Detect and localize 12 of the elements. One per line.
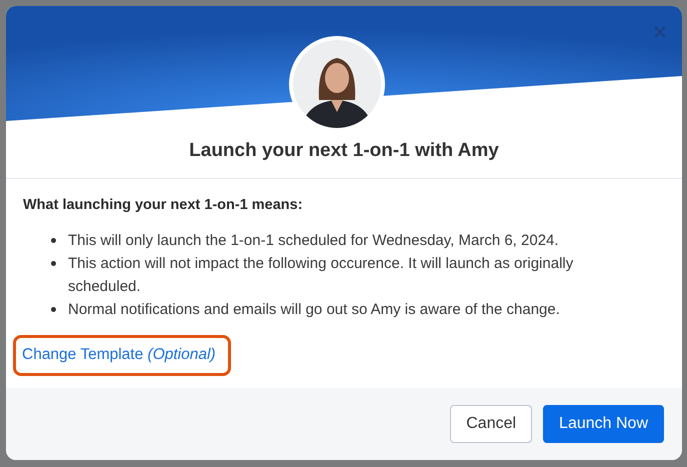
- change-template-link[interactable]: Change Template (Optional): [22, 346, 216, 363]
- cancel-button[interactable]: Cancel: [450, 405, 532, 443]
- bullet-text: This will only launch the 1-on-1 scheduled for Wednesday, March 6, 2024.: [68, 231, 559, 251]
- close-button[interactable]: [652, 24, 668, 40]
- bullet-text: Normal notifications and emails will go out so Amy is aware of the change.: [68, 300, 560, 320]
- bullet-dot: [51, 307, 56, 312]
- launch-button[interactable]: Launch Now: [543, 405, 664, 443]
- bullet-dot: [51, 238, 56, 243]
- bullet-text: This action will not impact the following occurence. It will launch as originally scheduled.: [68, 254, 574, 297]
- bullet-dot: [51, 261, 56, 266]
- section-heading: What launching your next 1-on-1 means:: [23, 197, 304, 213]
- dialog-title: Launch your next 1-on-1 with Amy: [6, 140, 682, 179]
